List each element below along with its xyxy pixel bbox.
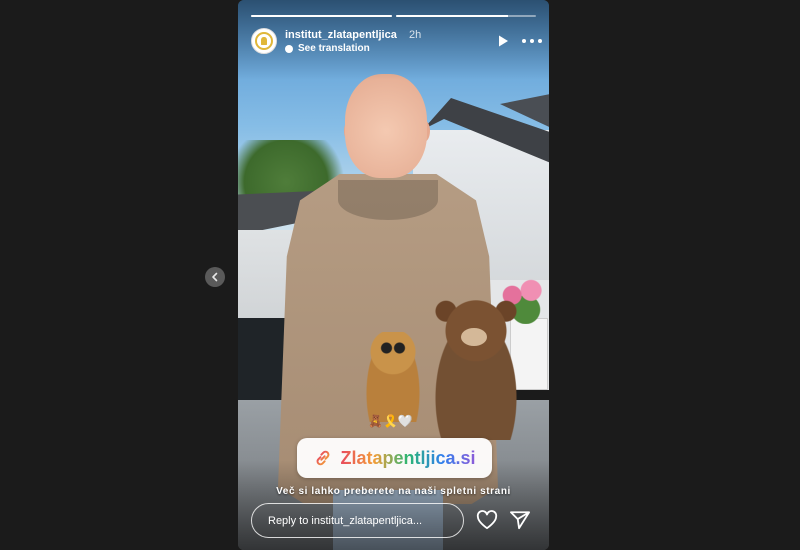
teddy-bear-snout: [461, 328, 487, 346]
like-button[interactable]: [476, 510, 498, 530]
link-sticker-text: Zlatapentljica.si: [340, 447, 476, 468]
golden-ribbon-logo-icon: [255, 32, 273, 50]
heart-icon: [476, 510, 498, 530]
story-progress: [251, 15, 536, 17]
post-time: 2h: [409, 29, 422, 41]
play-icon: [499, 35, 508, 47]
username-link[interactable]: institut_zlatapentljica: [285, 29, 397, 41]
brown-teddy-bear: [426, 300, 526, 440]
progress-segment: [395, 15, 536, 17]
story-viewer: institut_zlatapentljica 2h See translati…: [0, 0, 800, 550]
emoji-sticker: 🧸🎗️🤍: [368, 414, 413, 428]
share-button[interactable]: [509, 510, 531, 530]
more-options-button[interactable]: [522, 34, 542, 48]
link-icon: [317, 450, 330, 466]
profile-avatar[interactable]: [251, 28, 277, 54]
reply-placeholder: Reply to institut_zlatapentljica...: [268, 514, 423, 527]
send-icon: [509, 511, 530, 530]
link-sticker[interactable]: Zlatapentljica.si: [297, 438, 492, 478]
more-icon: [522, 39, 526, 43]
head: [345, 74, 427, 178]
progress-segment: [251, 15, 392, 17]
translate-icon: [285, 45, 293, 53]
story-header: institut_zlatapentljica 2h See translati…: [251, 28, 542, 56]
see-translation-link[interactable]: See translation: [298, 43, 370, 54]
story-card[interactable]: institut_zlatapentljica 2h See translati…: [238, 0, 549, 550]
hood-shadow: [338, 180, 438, 220]
plush-dog-eyes: [380, 342, 406, 354]
chevron-left-icon: [212, 272, 218, 282]
reply-input[interactable]: Reply to institut_zlatapentljica...: [251, 503, 464, 538]
story-caption: Več si lahko preberete na naši spletni s…: [276, 486, 511, 497]
play-button[interactable]: [496, 34, 510, 48]
previous-story-button[interactable]: [205, 267, 225, 287]
